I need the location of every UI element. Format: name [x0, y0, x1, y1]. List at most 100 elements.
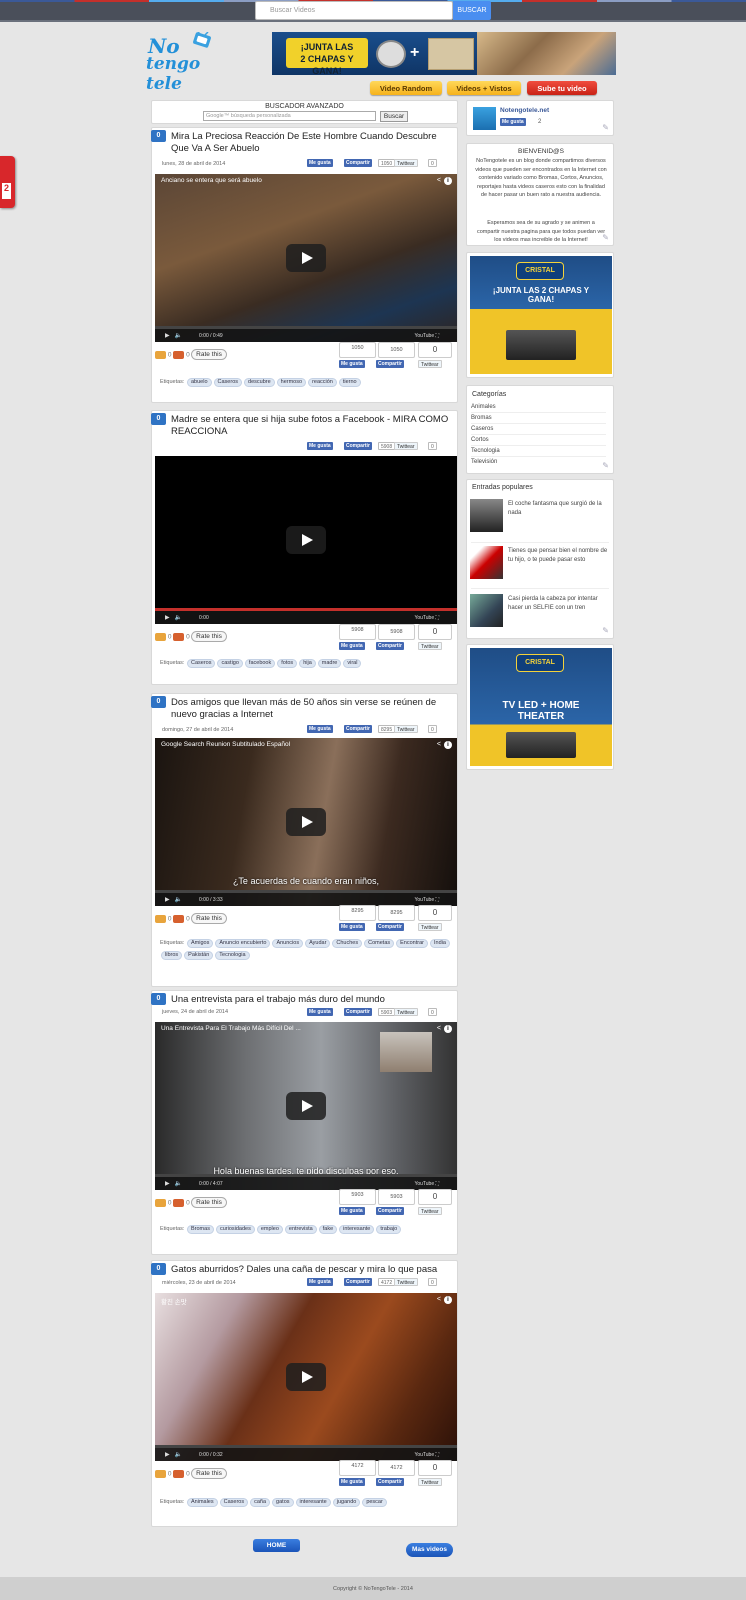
fb-share-button[interactable]: Compartir — [344, 442, 372, 450]
comment-count-badge[interactable]: 0 — [151, 130, 166, 142]
tag[interactable]: Anuncio encubierto — [215, 939, 271, 948]
home-button[interactable]: HOME — [253, 1539, 300, 1552]
tag[interactable]: viral — [343, 659, 362, 668]
tweet-button[interactable]: Twittear — [394, 442, 418, 450]
fb-like-button[interactable]: Me gusta — [307, 159, 333, 167]
play-button[interactable] — [286, 244, 326, 272]
tag[interactable]: libros — [161, 951, 183, 960]
rating-widget[interactable]: 0 0 — [155, 1199, 190, 1207]
play-icon[interactable]: ▶ 🔈 — [165, 1180, 182, 1187]
play-icon[interactable]: ▶ 🔈 — [165, 332, 182, 339]
tweet-button[interactable]: Twittear — [418, 360, 442, 368]
info-icon[interactable]: i — [444, 741, 452, 749]
advanced-search-button[interactable]: Buscar — [380, 111, 408, 122]
tag[interactable]: Anuncios — [272, 939, 304, 948]
like-count-box[interactable]: 5903 — [339, 1189, 376, 1205]
tweet-button[interactable]: Twittear — [418, 1207, 442, 1215]
tag[interactable]: Chuches — [332, 939, 363, 948]
fb-like-button[interactable]: Me gusta — [339, 642, 365, 650]
tweet-button[interactable]: Twittear — [394, 1008, 418, 1016]
tag[interactable]: entrevista — [284, 1225, 317, 1234]
tag[interactable]: interesante — [339, 1225, 375, 1234]
share-icon[interactable]: < — [437, 1296, 441, 1303]
edit-widget-icon[interactable]: ✎ — [602, 626, 609, 635]
search-button[interactable]: BUSCAR — [453, 1, 491, 20]
rate-this-button[interactable]: Rate this — [191, 913, 227, 924]
tag[interactable]: Bromas — [187, 1225, 214, 1234]
edit-widget-icon[interactable]: ✎ — [602, 233, 609, 242]
tag[interactable]: jugando — [332, 1498, 361, 1507]
fb-like-button[interactable]: Me gusta — [307, 725, 333, 733]
tweet-button[interactable]: Twittear — [394, 159, 418, 167]
share-icon[interactable]: < — [437, 741, 441, 748]
tweet-button[interactable]: Twittear — [394, 1278, 418, 1286]
popular-thumbnail[interactable] — [470, 594, 503, 627]
rating-widget[interactable]: 0 0 — [155, 915, 190, 923]
share-icon[interactable]: < — [437, 1025, 441, 1032]
popular-link[interactable]: El coche fantasma que surgió de la nada — [508, 500, 609, 518]
tag[interactable]: Caseros — [219, 1498, 249, 1507]
edit-widget-icon[interactable]: ✎ — [602, 461, 609, 470]
youtube-icon[interactable]: YouTube ⛶ — [414, 1181, 439, 1187]
post-title[interactable]: Mira La Preciosa Reacción De Este Hombre… — [171, 131, 449, 154]
popular-link[interactable]: Casi pierda la cabeza por intentar hacer… — [508, 595, 609, 613]
thumbs-up-icon[interactable] — [155, 1199, 166, 1207]
fb-share-button[interactable]: Compartir — [344, 725, 372, 733]
comment-count-badge[interactable]: 0 — [151, 696, 166, 708]
fb-share-button[interactable]: Compartir — [376, 1478, 404, 1486]
play-button[interactable] — [286, 808, 326, 836]
like-count-box[interactable]: 1050 — [339, 342, 376, 358]
rating-widget[interactable]: 0 0 — [155, 351, 190, 359]
thumbs-down-icon[interactable] — [173, 351, 185, 359]
tag[interactable]: fotos — [277, 659, 298, 668]
tag[interactable]: India — [430, 939, 450, 948]
site-logo[interactable]: No tengo tele — [146, 31, 236, 94]
video-random-button[interactable]: Video Random — [370, 81, 442, 95]
upload-video-button[interactable]: Sube tu video — [527, 81, 597, 95]
page-avatar[interactable] — [473, 107, 496, 130]
tweet-button[interactable]: Twittear — [418, 1478, 442, 1486]
tag[interactable]: Encontrar — [396, 939, 428, 948]
fb-share-button[interactable]: Compartir — [344, 1278, 372, 1286]
play-button[interactable] — [286, 1363, 326, 1391]
popular-link[interactable]: Tienes que pensar bien el nombre de tu h… — [508, 547, 609, 565]
tag[interactable]: Amigos — [187, 939, 214, 948]
thumbs-down-icon[interactable] — [173, 915, 185, 923]
videos-vistos-button[interactable]: Videos + Vistos — [447, 81, 521, 95]
tag[interactable]: hija — [299, 659, 316, 668]
comment-count-badge[interactable]: 0 — [151, 1263, 166, 1275]
tag[interactable]: Cometas — [364, 939, 395, 948]
video-player[interactable]: Google Search Reunion Subtitulado Españo… — [155, 738, 457, 906]
tag[interactable]: pescar — [362, 1498, 387, 1507]
info-icon[interactable]: i — [444, 1025, 452, 1033]
comment-count-badge[interactable]: 0 — [151, 993, 166, 1005]
category-link[interactable]: Televisión — [471, 459, 497, 465]
video-player[interactable]: Anciano se entera que será abuelo < i ▶ … — [155, 174, 457, 342]
info-icon[interactable]: i — [444, 1296, 452, 1304]
edit-widget-icon[interactable]: ✎ — [602, 123, 609, 132]
page-name-link[interactable]: Notengotele.net — [500, 107, 549, 114]
fb-like-button[interactable]: Me gusta — [339, 1207, 365, 1215]
tweet-button[interactable]: Twittear — [418, 923, 442, 931]
tag[interactable]: empleo — [256, 1225, 283, 1234]
rate-this-button[interactable]: Rate this — [191, 631, 227, 642]
tag[interactable]: caña — [250, 1498, 271, 1507]
fb-share-button[interactable]: Compartir — [376, 360, 404, 368]
side-share-tab[interactable]: 2 — [0, 156, 15, 208]
fb-share-button[interactable]: Compartir — [344, 159, 372, 167]
tag[interactable]: trabajo — [376, 1225, 402, 1234]
tag[interactable]: castigo — [217, 659, 243, 668]
like-count-box[interactable]: 8295 — [339, 905, 376, 921]
tag[interactable]: descubre — [244, 378, 275, 387]
promo-banner-top[interactable]: ¡JUNTA LAS 2 CHAPAS Y GANA! + — [272, 32, 616, 75]
comment-count-badge[interactable]: 0 — [151, 413, 166, 425]
tag[interactable]: reacción — [308, 378, 337, 387]
tag[interactable]: abuelo — [187, 378, 212, 387]
tag[interactable]: interesante — [295, 1498, 331, 1507]
tag[interactable]: Tecnologia — [215, 951, 250, 960]
share-icon[interactable]: < — [437, 177, 441, 184]
fb-like-button[interactable]: Me gusta — [339, 360, 365, 368]
tag[interactable]: madre — [317, 659, 342, 668]
advanced-search-input[interactable]: Google™ búsqueda personalizada — [203, 111, 376, 121]
popular-thumbnail[interactable] — [470, 546, 503, 579]
